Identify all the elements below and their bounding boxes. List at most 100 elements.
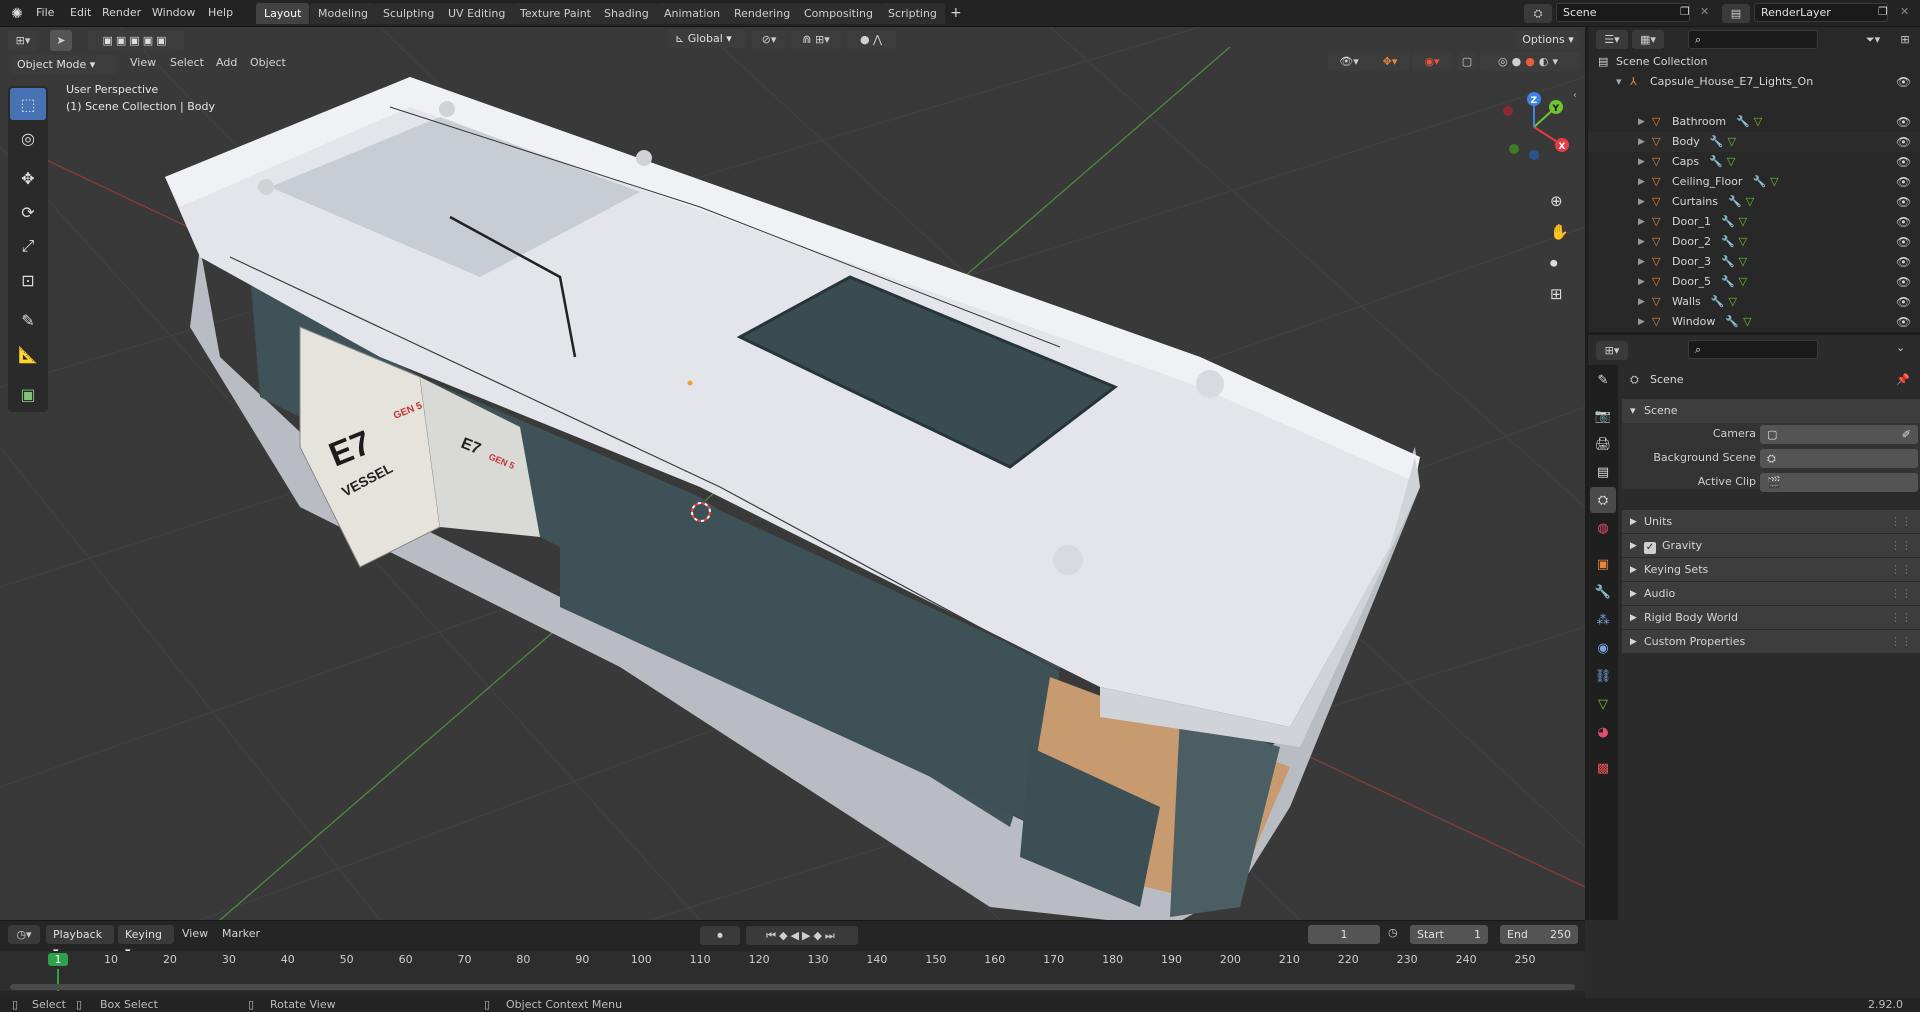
view-layer-tab-icon[interactable]: ▤ bbox=[1590, 459, 1616, 485]
modifier-wrench-icon[interactable]: 🔧 bbox=[1711, 295, 1725, 308]
delete-view-layer-icon[interactable]: ✕ bbox=[1900, 5, 1909, 18]
pivot-point-icon[interactable]: ⊘▾ bbox=[752, 30, 786, 49]
pan-hand-icon[interactable]: ✋ bbox=[1550, 223, 1569, 241]
visibility-eye-icon[interactable]: 👁 bbox=[1896, 272, 1911, 292]
dropdown-icon[interactable]: ⌄ bbox=[1896, 341, 1905, 354]
subpanel-keying-sets[interactable]: ▶ Keying Sets ⋮⋮ bbox=[1622, 558, 1920, 582]
display-mode-icon[interactable]: ▦▾ bbox=[1632, 30, 1664, 49]
outliner-item-door-5[interactable]: ▶ ▽ Door_5 🔧 ▽ 👁 bbox=[1588, 272, 1920, 292]
add-cube-tool[interactable]: ▣ bbox=[10, 378, 46, 410]
camera-field[interactable]: ▢ ✐ bbox=[1760, 425, 1918, 444]
playback-controls-icons[interactable]: ⏮◆◀▶◆⏭ bbox=[746, 926, 858, 945]
expand-arrow-icon[interactable]: ▶ bbox=[1638, 292, 1645, 312]
expand-arrow-icon[interactable]: ▶ bbox=[1638, 132, 1645, 152]
outliner-search-input[interactable]: ⌕ bbox=[1688, 30, 1818, 49]
object-tab-icon[interactable]: ▣ bbox=[1590, 551, 1616, 577]
background-scene-field[interactable]: ⛭ bbox=[1760, 449, 1918, 468]
expand-arrow-icon[interactable]: ▶ bbox=[1638, 272, 1645, 292]
subpanel-units[interactable]: ▶ Units ⋮⋮ bbox=[1622, 510, 1920, 534]
outliner-item-walls[interactable]: ▶ ▽ Walls 🔧 ▽ 👁 bbox=[1588, 292, 1920, 312]
expand-arrow-icon[interactable]: ▶ bbox=[1638, 172, 1645, 192]
active-clip-field[interactable]: 🎬 bbox=[1760, 473, 1918, 492]
modifier-wrench-icon[interactable]: 🔧 bbox=[1728, 195, 1742, 208]
mesh-data-icon[interactable]: ▽ bbox=[1739, 255, 1747, 268]
scale-tool[interactable]: ⤢ bbox=[10, 230, 46, 262]
subpanel-rigid-body-world[interactable]: ▶ Rigid Body World ⋮⋮ bbox=[1622, 606, 1920, 630]
outliner-root[interactable]: ▤ Scene Collection bbox=[1588, 52, 1920, 72]
mesh-data-icon[interactable]: ▽ bbox=[1746, 195, 1754, 208]
scene-tab-icon[interactable]: ⛭ bbox=[1590, 487, 1616, 513]
visibility-eye-icon[interactable]: 👁 bbox=[1896, 192, 1911, 212]
editor-type-icon[interactable]: ⊞▾ bbox=[8, 31, 38, 51]
tab-sculpting[interactable]: Sculpting bbox=[375, 3, 443, 24]
visibility-icon[interactable]: 👁▾ bbox=[1328, 52, 1370, 71]
mesh-data-icon[interactable]: ▽ bbox=[1728, 295, 1736, 308]
measure-tool[interactable]: 📐 bbox=[10, 338, 46, 370]
menu-object[interactable]: Object bbox=[244, 54, 292, 72]
modifier-wrench-icon[interactable]: 🔧 bbox=[1736, 115, 1750, 128]
scene-icon[interactable]: ⛭ bbox=[1524, 4, 1552, 23]
view-layer-selector[interactable]: RenderLayer bbox=[1754, 3, 1888, 22]
modifier-wrench-icon[interactable]: 🔧 bbox=[1721, 215, 1735, 228]
modifier-wrench-icon[interactable]: 🔧 bbox=[1725, 315, 1739, 328]
physics-tab-icon[interactable]: ◉ bbox=[1590, 635, 1616, 661]
output-tab-icon[interactable]: 🖨 bbox=[1590, 431, 1616, 457]
menu-select[interactable]: Select bbox=[164, 54, 210, 72]
tab-layout[interactable]: Layout bbox=[256, 3, 310, 24]
mesh-data-icon[interactable]: ▽ bbox=[1743, 315, 1751, 328]
selection-mode-icons[interactable]: ▣▣▣▣▣ bbox=[88, 30, 184, 51]
visibility-eye-icon[interactable]: 👁 bbox=[1896, 232, 1911, 252]
cursor-tool[interactable]: ◎ bbox=[10, 122, 46, 154]
gizmo-toggle-icon[interactable]: ✥▾ bbox=[1370, 52, 1410, 71]
texture-tab-icon[interactable]: ▩ bbox=[1590, 755, 1616, 781]
expand-arrow-icon[interactable]: ▾ bbox=[1616, 72, 1622, 92]
tab-shading[interactable]: Shading bbox=[596, 3, 657, 24]
new-scene-icon[interactable]: ❐ bbox=[1680, 5, 1690, 18]
tab-compositing[interactable]: Compositing bbox=[796, 3, 881, 24]
view-layer-icon[interactable]: ▤ bbox=[1722, 4, 1750, 23]
expand-arrow-icon[interactable]: ▶ bbox=[1638, 192, 1645, 212]
visibility-eye-icon[interactable]: 👁 bbox=[1896, 72, 1911, 92]
mesh-data-icon[interactable]: ▽ bbox=[1770, 175, 1778, 188]
drag-handle-icon[interactable]: ⋮⋮ bbox=[1890, 534, 1912, 558]
playback-dropdown[interactable]: Playback ▾ bbox=[46, 925, 114, 958]
move-tool[interactable]: ✥ bbox=[10, 162, 46, 194]
proportional-edit-icon[interactable]: ● ⋀ bbox=[846, 30, 896, 49]
menu-render[interactable]: Render bbox=[96, 4, 147, 22]
expand-arrow-icon[interactable]: ▶ bbox=[1638, 212, 1645, 232]
menu-edit[interactable]: Edit bbox=[64, 4, 97, 22]
blender-logo-icon[interactable]: ✺ bbox=[8, 5, 26, 23]
particles-tab-icon[interactable]: ⁂ bbox=[1590, 607, 1616, 633]
drag-handle-icon[interactable]: ⋮⋮ bbox=[1890, 558, 1912, 582]
navigation-gizmo[interactable]: X Y Z bbox=[1498, 91, 1570, 163]
mesh-data-icon[interactable]: ▽ bbox=[1739, 235, 1747, 248]
expand-arrow-icon[interactable]: ▶ bbox=[1638, 232, 1645, 252]
outliner-item-door-2[interactable]: ▶ ▽ Door_2 🔧 ▽ 👁 bbox=[1588, 232, 1920, 252]
outliner-item-ceiling-floor[interactable]: ▶ ▽ Ceiling_Floor 🔧 ▽ 👁 bbox=[1588, 172, 1920, 192]
camera-view-icon[interactable]: ⏺ bbox=[1550, 254, 1558, 272]
outliner-item-body[interactable]: ▶ ▽ Body 🔧 ▽ 👁 bbox=[1588, 132, 1920, 152]
tab-uv-editing[interactable]: UV Editing bbox=[440, 3, 514, 24]
visibility-eye-icon[interactable]: 👁 bbox=[1896, 312, 1911, 332]
add-workspace-button[interactable]: + bbox=[944, 4, 968, 22]
outliner-item-window[interactable]: ▶ ▽ Window 🔧 ▽ 👁 bbox=[1588, 312, 1920, 332]
rotate-tool[interactable]: ⟳ bbox=[10, 196, 46, 228]
end-frame-field[interactable]: End 250 bbox=[1500, 925, 1578, 944]
frame-ruler[interactable]: 1 10 20 30 40 50 60 70 80 90 100 110 120 130 140 150 160… bbox=[0, 951, 1585, 991]
visibility-eye-icon[interactable]: 👁 bbox=[1896, 292, 1911, 312]
modifier-tab-icon[interactable]: 🔧 bbox=[1590, 579, 1616, 605]
timeline-menu-marker[interactable]: Marker bbox=[216, 925, 266, 943]
visibility-eye-icon[interactable]: 👁 bbox=[1896, 212, 1911, 232]
mesh-data-icon[interactable]: ▽ bbox=[1727, 135, 1735, 148]
menu-file[interactable]: File bbox=[30, 4, 60, 22]
modifier-wrench-icon[interactable]: 🔧 bbox=[1710, 135, 1724, 148]
mesh-data-icon[interactable]: ▽ bbox=[1739, 275, 1747, 288]
capsule-model[interactable] bbox=[165, 77, 1420, 920]
transform-tool[interactable]: ⊡ bbox=[10, 264, 46, 296]
timeline-editor-icon[interactable]: ◷▾ bbox=[8, 925, 40, 944]
expand-arrow-icon[interactable]: ▶ bbox=[1638, 252, 1645, 272]
subpanel-audio[interactable]: ▶ Audio ⋮⋮ bbox=[1622, 582, 1920, 606]
visibility-eye-icon[interactable]: 👁 bbox=[1896, 132, 1911, 152]
tab-texture-paint[interactable]: Texture Paint bbox=[512, 3, 599, 24]
outliner-item-door-1[interactable]: ▶ ▽ Door_1 🔧 ▽ 👁 bbox=[1588, 212, 1920, 232]
